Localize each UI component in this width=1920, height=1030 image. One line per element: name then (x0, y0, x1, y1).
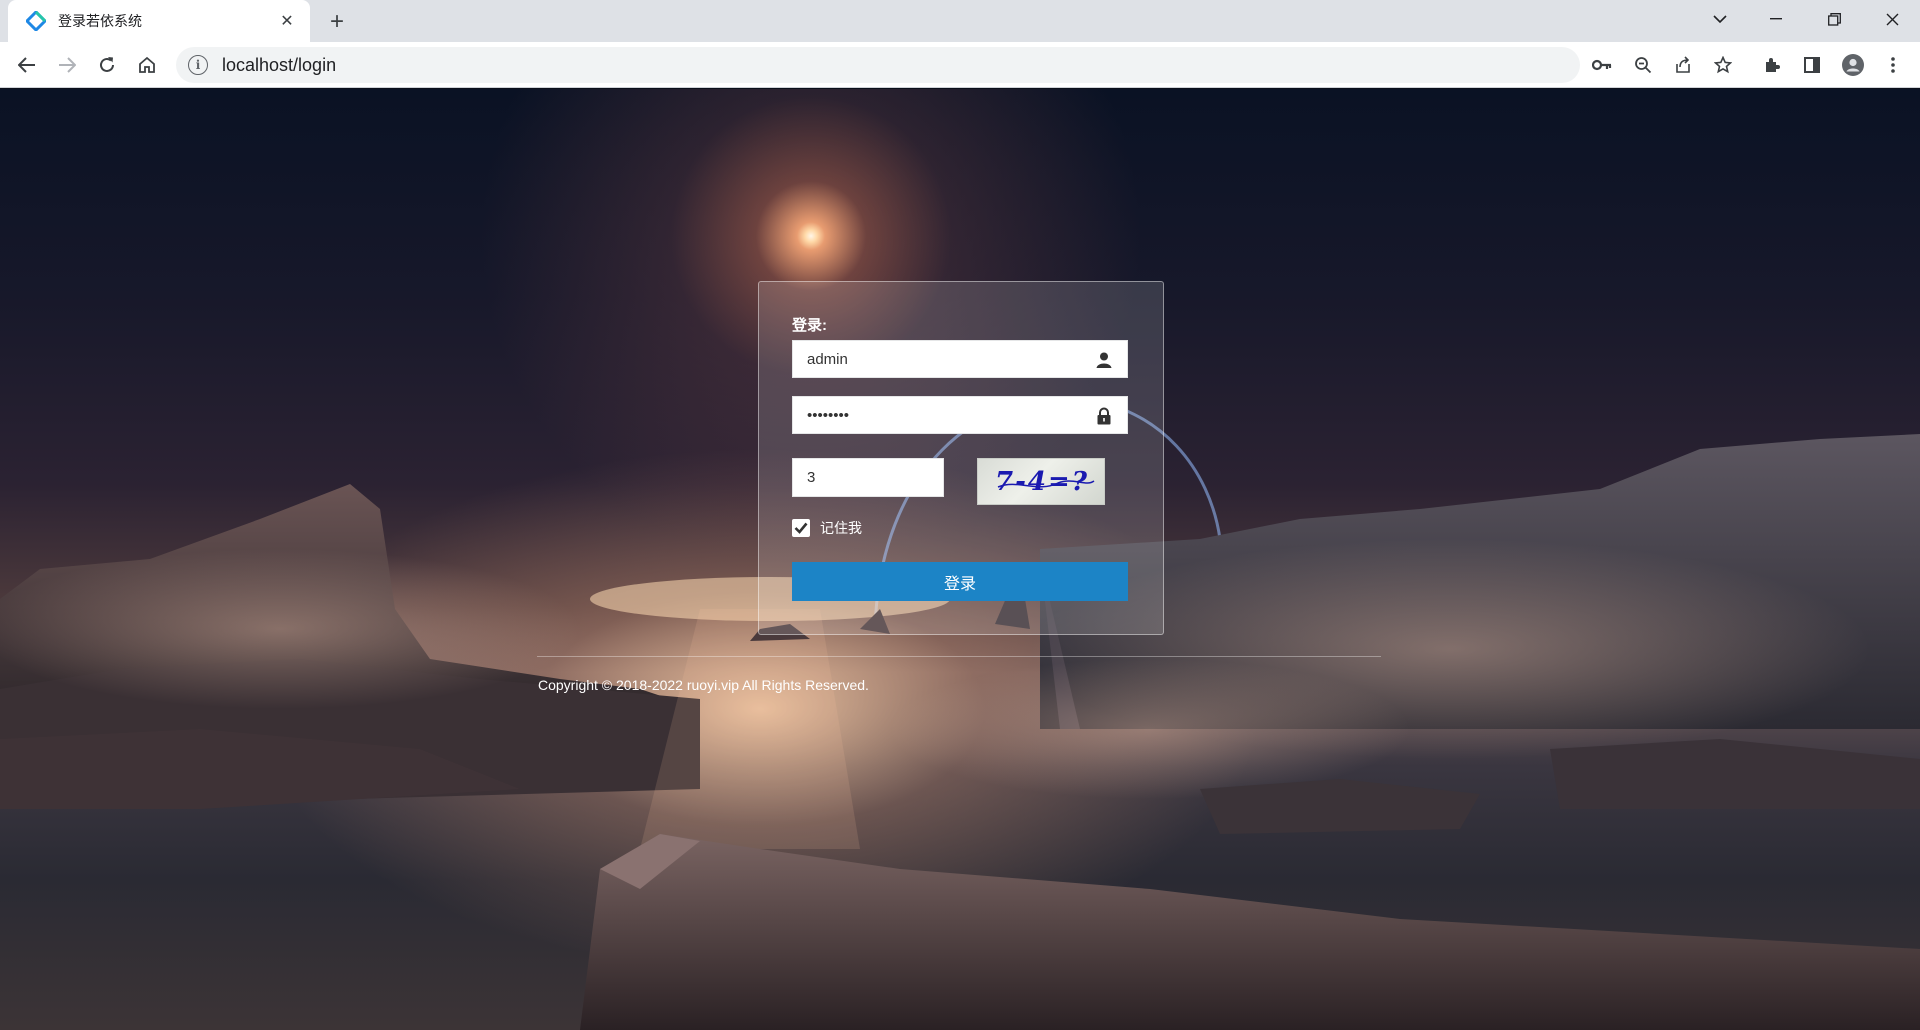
login-button[interactable]: 登录 (792, 562, 1128, 601)
login-page-background: 登录: 7-4=? 记住我 (0, 89, 1920, 1030)
extensions-icon[interactable] (1755, 49, 1789, 81)
reload-icon[interactable] (91, 49, 123, 81)
bookmark-star-icon[interactable] (1707, 49, 1739, 81)
copyright-text: Copyright © 2018-2022 ruoyi.vip All Righ… (538, 677, 869, 693)
tab-search-icon[interactable] (1692, 0, 1748, 38)
browser-tab[interactable]: 登录若依系统 ✕ (8, 0, 310, 42)
home-icon[interactable] (131, 49, 163, 81)
login-form: 登录: 7-4=? 记住我 (758, 281, 1164, 635)
tab-close-icon[interactable]: ✕ (276, 10, 298, 32)
lock-icon (1095, 407, 1113, 425)
forward-icon[interactable] (51, 49, 83, 81)
remember-checkbox[interactable] (792, 519, 810, 537)
zoom-icon[interactable] (1627, 49, 1659, 81)
browser-titlebar: 登录若依系统 ✕ + (0, 0, 1920, 42)
captcha-input[interactable] (793, 459, 943, 496)
back-icon[interactable] (11, 49, 43, 81)
site-info-icon[interactable]: i (188, 55, 208, 75)
footer-divider (537, 656, 1381, 657)
share-icon[interactable] (1667, 49, 1699, 81)
user-icon (1095, 351, 1113, 369)
side-panel-icon[interactable] (1795, 49, 1829, 81)
new-tab-button[interactable]: + (322, 8, 352, 36)
restore-icon[interactable] (1806, 0, 1862, 38)
ruoyi-favicon-icon (24, 9, 48, 33)
password-input[interactable] (793, 397, 1083, 433)
password-field[interactable] (792, 396, 1128, 434)
url-text: localhost/login (222, 54, 337, 75)
remember-me[interactable]: 记住我 (792, 518, 862, 538)
remember-label: 记住我 (820, 520, 862, 536)
login-heading: 登录: (792, 317, 827, 334)
minimize-icon[interactable] (1748, 0, 1804, 38)
username-input[interactable] (793, 341, 1083, 377)
key-icon[interactable] (1586, 49, 1618, 81)
tab-title: 登录若依系统 (58, 13, 142, 29)
menu-kebab-icon[interactable] (1876, 49, 1910, 81)
captcha-field[interactable] (792, 458, 944, 497)
username-field[interactable] (792, 340, 1128, 378)
close-window-icon[interactable] (1864, 0, 1920, 38)
captcha-image[interactable]: 7-4=? (977, 458, 1105, 505)
browser-toolbar: i localhost/login (0, 42, 1920, 88)
profile-avatar-icon[interactable] (1836, 49, 1870, 81)
address-bar[interactable]: i localhost/login (176, 47, 1580, 83)
